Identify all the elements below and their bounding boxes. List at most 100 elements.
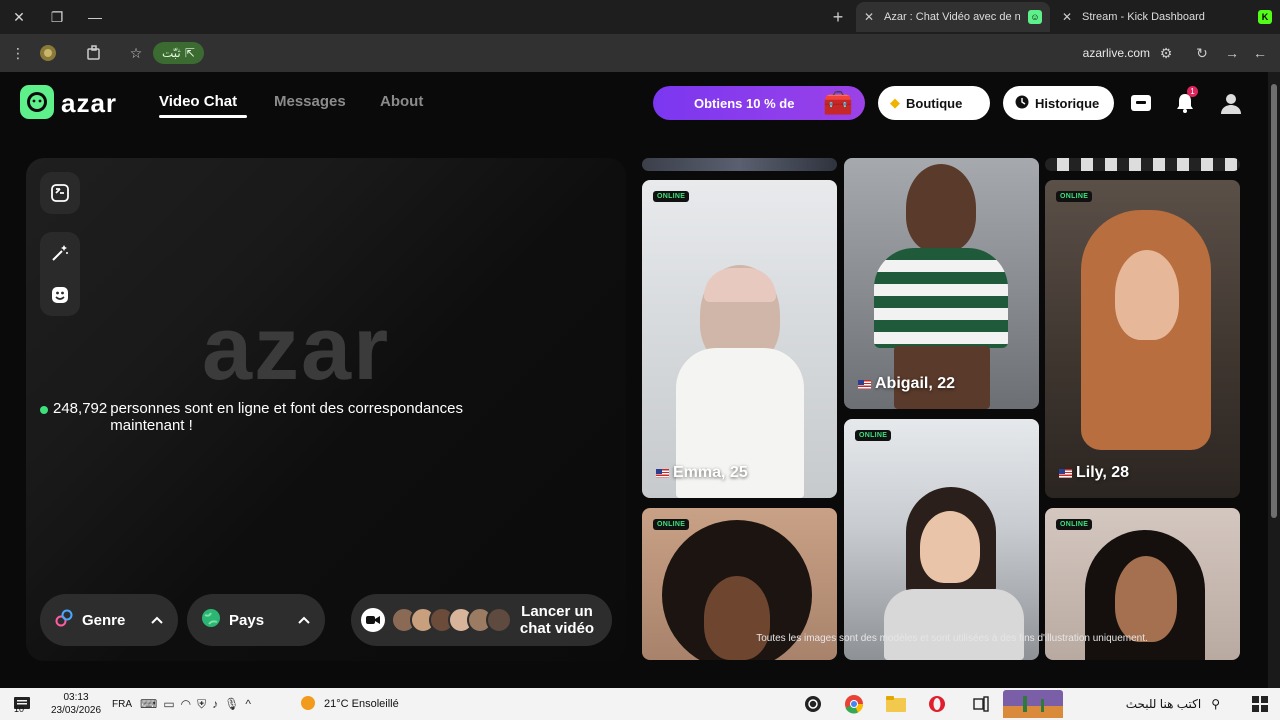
back-icon[interactable]: ← — [1250, 43, 1270, 63]
notification-count: 10 — [14, 704, 25, 714]
microphone-icon[interactable]: 🎙 — [224, 697, 239, 711]
shop-button[interactable]: ◆ Boutique — [878, 86, 990, 120]
tab-close-icon[interactable]: ✕ — [864, 10, 876, 24]
file-explorer-icon[interactable] — [886, 688, 906, 720]
tab-title: Stream - Kick Dashboard — [1082, 11, 1205, 23]
tab-close-icon[interactable]: ✕ — [1062, 10, 1074, 24]
sun-icon — [300, 695, 316, 714]
nav-about[interactable]: About — [380, 93, 423, 110]
browser-toolbar: ⋮ ☆ ثبّت ⇱ azarlive.com ⚙ ↻ → ← — [0, 34, 1280, 72]
wifi-icon[interactable]: ◠ — [181, 697, 191, 711]
gender-filter-button[interactable]: Genre — [40, 594, 178, 646]
profile-card[interactable]: ONLINE — [844, 419, 1039, 660]
nav-active-underline — [159, 115, 247, 118]
profile-card-lily[interactable]: ONLINE Lily, 28 — [1045, 180, 1240, 498]
shop-label: Boutique — [906, 95, 963, 111]
date: 23/03/2026 — [50, 705, 102, 716]
new-tab-button[interactable]: + — [826, 6, 850, 28]
install-icon: ⇱ — [184, 46, 195, 60]
side-toolbar — [40, 172, 80, 316]
keyboard-icon[interactable]: ⌨ — [140, 697, 157, 711]
video-camera-icon — [361, 608, 385, 632]
chevron-up-icon — [297, 612, 311, 629]
profile-photo — [906, 164, 976, 252]
profile-name-text: Abigail, 22 — [875, 375, 956, 392]
country-filter-button[interactable]: Pays — [187, 594, 325, 646]
minimize-screen-icon[interactable] — [40, 172, 80, 214]
language-indicator[interactable]: FRA — [112, 688, 132, 720]
windows-taskbar: 10 03:13 23/03/2026 FRA ⌨ ▭ ◠ ⛨ ♪ 🎙 ^ 21… — [0, 688, 1280, 720]
page-scrollbar[interactable] — [1268, 72, 1280, 688]
tab-kick[interactable]: ✕ Stream - Kick Dashboard K — [1054, 2, 1280, 32]
chevron-up-icon — [150, 612, 164, 629]
opera-app-icon[interactable] — [928, 688, 946, 720]
inbox-icon[interactable] — [1127, 89, 1155, 117]
site-header: azar Video Chat Messages About Obtiens 1… — [0, 72, 1268, 134]
close-window-icon[interactable]: ✕ — [0, 0, 38, 34]
profile-photo — [874, 248, 1008, 348]
printer-icon[interactable]: ▭ — [163, 697, 174, 711]
online-badge: ONLINE — [1056, 191, 1093, 202]
desert-widget-icon[interactable] — [1003, 688, 1063, 720]
profile-name-text: Emma, 25 — [673, 464, 748, 481]
windows-start-icon[interactable] — [1252, 688, 1268, 720]
online-dot-icon — [40, 406, 48, 414]
history-label: Historique — [1035, 95, 1100, 111]
minimize-window-icon[interactable]: — — [76, 0, 114, 34]
profile-name: Abigail, 22 — [858, 375, 955, 393]
shield-icon[interactable]: ⛨ — [197, 697, 206, 712]
chrome-app-icon[interactable] — [844, 688, 864, 720]
sticker-face-icon[interactable] — [40, 274, 80, 316]
menu-dots-icon[interactable]: ⋮ — [8, 43, 28, 63]
online-badge: ONLINE — [855, 430, 892, 441]
taskbar-search[interactable]: اكتب هنا للبحث ⚲ — [1070, 688, 1220, 720]
profile-avatar-icon[interactable] — [38, 43, 58, 63]
restore-window-icon[interactable]: ❐ — [38, 0, 76, 34]
site-settings-icon[interactable]: ⚙ — [1156, 43, 1176, 63]
gender-icon — [54, 608, 74, 632]
profile-photo — [1115, 250, 1179, 340]
nav-messages[interactable]: Messages — [274, 93, 346, 110]
promo-banner[interactable]: Obtiens 10 % de 🧰 — [653, 86, 865, 120]
azar-logo-icon[interactable] — [20, 85, 54, 119]
effects-tools — [40, 232, 80, 316]
volume-icon[interactable]: ♪ — [212, 697, 218, 711]
avatar — [486, 607, 512, 633]
us-flag-icon — [858, 379, 871, 389]
profile-photo — [704, 268, 776, 302]
profile-card-abigail[interactable]: Abigail, 22 — [844, 158, 1039, 409]
scrollbar-thumb[interactable] — [1271, 84, 1277, 518]
profile-photo — [704, 576, 770, 660]
chevron-up-icon[interactable]: ^ — [245, 697, 251, 711]
nav-video-chat[interactable]: Video Chat — [159, 93, 237, 110]
obs-app-icon[interactable] — [804, 688, 822, 720]
tab-azar[interactable]: ✕ Azar : Chat Vidéo avec de nouve ☺ — [856, 2, 1050, 32]
magic-wand-icon[interactable] — [40, 232, 80, 274]
address-bar[interactable]: azarlive.com — [1070, 46, 1150, 60]
install-app-button[interactable]: ثبّت ⇱ — [153, 42, 204, 64]
online-badge: ONLINE — [653, 191, 690, 202]
task-view-icon[interactable] — [972, 688, 990, 720]
user-avatar-icon[interactable] — [1217, 89, 1245, 117]
profile-card-emma[interactable]: ONLINE Emma, 25 — [642, 180, 837, 498]
profile-card-partial[interactable] — [642, 158, 837, 171]
azar-watermark: azar — [202, 299, 391, 399]
start-video-chat-button[interactable]: Lancer un chat vidéo — [351, 594, 612, 646]
profile-card-partial[interactable] — [1045, 158, 1240, 171]
forward-icon[interactable]: → — [1222, 43, 1242, 63]
user-avatars-stack — [389, 607, 512, 633]
profile-photo — [1115, 556, 1177, 642]
online-status: 248,792 personnes sont en ligne et font … — [40, 400, 540, 434]
history-button[interactable]: Historique — [1003, 86, 1114, 120]
bookmark-star-icon[interactable]: ☆ — [126, 43, 146, 63]
clock-icon — [1015, 95, 1029, 112]
weather-widget[interactable]: 21°C Ensoleillé — [300, 688, 399, 720]
logo-text[interactable]: azar — [61, 88, 117, 119]
extensions-icon[interactable] — [84, 43, 104, 63]
online-count: 248,792 — [53, 400, 108, 417]
online-text: personnes sont en ligne et font des corr… — [110, 400, 463, 434]
kick-favicon-icon: K — [1258, 10, 1272, 24]
reload-icon[interactable]: ↻ — [1192, 43, 1212, 63]
clock[interactable]: 03:13 23/03/2026 — [46, 688, 106, 720]
gender-label: Genre — [82, 611, 126, 629]
